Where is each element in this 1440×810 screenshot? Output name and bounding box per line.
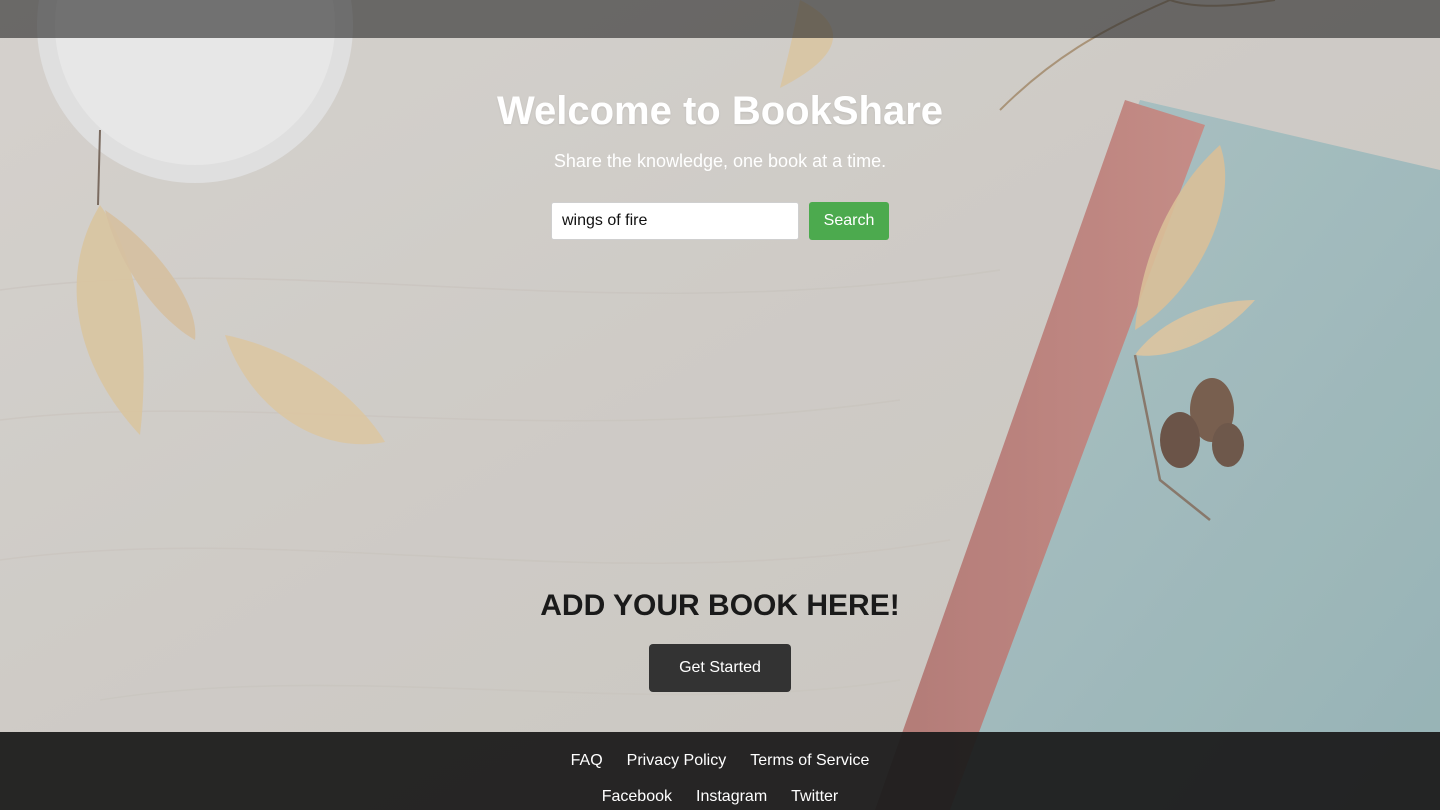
- terms-of-service-link[interactable]: Terms of Service: [750, 752, 869, 770]
- search-bar: Search: [0, 202, 1440, 240]
- privacy-policy-link[interactable]: Privacy Policy: [627, 752, 727, 770]
- footer-links: FAQ Privacy Policy Terms of Service: [0, 732, 1440, 770]
- hero-subtitle: Share the knowledge, one book at a time.: [553, 151, 887, 171]
- twitter-link[interactable]: Twitter: [791, 788, 838, 806]
- instagram-link[interactable]: Instagram: [696, 788, 767, 806]
- social-links: Facebook Instagram Twitter: [0, 770, 1440, 806]
- facebook-link[interactable]: Facebook: [602, 788, 672, 806]
- add-book-section: ADD YOUR BOOK HERE! Get Started: [0, 588, 1440, 692]
- get-started-button[interactable]: Get Started: [649, 644, 791, 692]
- search-button[interactable]: Search: [809, 202, 889, 240]
- top-navigation-bar: [0, 0, 1440, 38]
- page-title: Welcome to BookShare: [496, 89, 944, 133]
- footer: FAQ Privacy Policy Terms of Service Face…: [0, 732, 1440, 810]
- hero-section: Welcome to BookShare Share the knowledge…: [0, 38, 1440, 240]
- search-input[interactable]: [551, 202, 799, 240]
- faq-link[interactable]: FAQ: [571, 752, 603, 770]
- add-book-heading: ADD YOUR BOOK HERE!: [540, 589, 900, 622]
- page: Welcome to BookShare Share the knowledge…: [0, 0, 1440, 810]
